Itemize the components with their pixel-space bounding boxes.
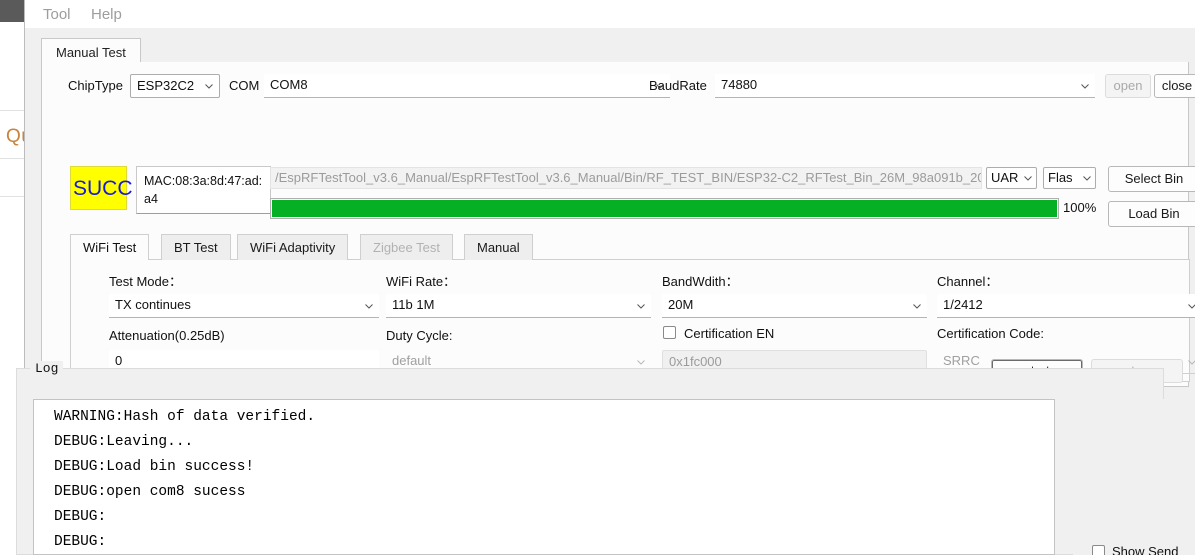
test-mode-select[interactable]: TX continues [109,294,379,318]
outer-tabstrip: Manual Test [41,38,1189,63]
duty-cycle-label: Duty Cycle: [386,328,453,343]
status-badge-label: SUCC [73,177,133,200]
chevron-down-icon [1081,83,1089,89]
wifi-rate-value: 11b 1M [392,297,435,312]
log-line: DEBUG:open com8 sucess [54,484,246,500]
baudrate-select[interactable]: 74880 [715,74,1095,98]
chiptype-value: ESP32C2 [137,78,195,93]
log-side-panel [1073,399,1171,555]
test-mode-label: Test Mode： [109,274,182,289]
bandwidth-select[interactable]: 20M [662,294,927,318]
certification-en-label: Certification EN [684,326,775,341]
log-line: DEBUG: [54,509,107,525]
target-value: Flas [1048,170,1073,185]
show-send-label: Show Send [1112,544,1179,555]
interface-value: UAR [991,170,1019,185]
bin-path-field[interactable]: /EspRFTestTool_v3.6_Manual/EspRFTestTool… [270,167,982,189]
chevron-down-icon [913,303,921,309]
chevron-down-icon [637,303,645,309]
baudrate-value: 74880 [721,77,758,92]
channel-label: Channel： [937,274,999,289]
chevron-down-icon [1083,176,1091,181]
certification-en-checkbox[interactable] [663,326,676,339]
open-button[interactable]: open [1105,74,1151,98]
attenuation-label: Attenuation(0.25dB) [109,328,225,343]
chiptype-select[interactable]: ESP32C2 [130,74,220,98]
interface-select[interactable]: UAR [986,167,1037,189]
chevron-down-icon [365,303,373,309]
chevron-down-icon [1024,176,1032,181]
log-line: DEBUG:Load bin success! [54,459,255,475]
flash-progress-fill [272,200,1057,217]
test-mode-value: TX continues [115,297,191,312]
menu-item-tool[interactable]: Tool [37,4,77,25]
chiptype-label: ChipType [68,78,123,93]
background-window-titlebar [0,0,27,22]
mac-address-box: MAC:08:3a:8d:47:ad:a4 [136,166,271,214]
tab-wifi-test[interactable]: WiFi Test [70,234,150,260]
tab-wifi-adaptivity[interactable]: WiFi Adaptivity [237,234,349,260]
manual-test-panel: ChipType ESP32C2 COM COM8 BaudRate 74880… [41,62,1195,387]
mac-address-text: MAC:08:3a:8d:47:ad:a4 [144,174,263,206]
bandwidth-value: 20M [668,297,694,312]
chevron-down-icon [637,359,645,365]
wifi-rate-label: WiFi Rate： [386,274,457,289]
bandwidth-label: BandWdith： [662,274,739,289]
menubar: Tool Help [25,0,1195,28]
flash-progress-bar [270,198,1059,219]
target-select[interactable]: Flas [1043,167,1096,189]
log-line: DEBUG: [54,534,107,550]
tab-manual-test[interactable]: Manual Test [41,38,141,63]
load-bin-button[interactable]: Load Bin [1108,201,1195,227]
tab-manual[interactable]: Manual [464,234,533,260]
log-line: WARNING:Hash of data verified. [54,409,316,425]
close-button[interactable]: close [1154,74,1195,98]
menu-item-help[interactable]: Help [85,4,128,25]
chevron-down-icon [205,84,213,89]
tab-bt-test[interactable]: BT Test [161,234,231,260]
com-value: COM8 [270,77,308,92]
status-badge: SUCC [70,166,133,210]
log-group-title: Log [30,361,64,376]
channel-select[interactable]: 1/2412 [937,294,1195,318]
app-screenshot: Qu Tool Help Manual Test ChipType ESP32C… [0,0,1195,555]
wifi-rate-select[interactable]: 11b 1M [386,294,651,318]
inner-tabstrip: WiFi Test BT Test WiFi Adaptivity Zigbee… [70,234,1190,260]
certification-code-label: Certification Code: [937,326,1044,341]
show-send-checkbox[interactable] [1092,545,1105,555]
tab-zigbee-test: Zigbee Test [360,234,453,260]
select-bin-button[interactable]: Select Bin [1108,166,1195,192]
connection-row: ChipType ESP32C2 COM COM8 BaudRate 74880… [42,74,1195,100]
chevron-down-icon [1188,359,1195,365]
com-label: COM [229,78,260,93]
log-line: DEBUG:Leaving... [54,434,194,450]
chevron-down-icon [1188,303,1195,309]
baudrate-label: BaudRate [649,78,707,93]
com-select[interactable]: COM8 [264,74,670,98]
channel-value: 1/2412 [943,297,983,312]
flash-progress-label: 100% [1063,200,1097,215]
log-output[interactable]: WARNING:Hash of data verified. DEBUG:Leav… [33,399,1055,555]
